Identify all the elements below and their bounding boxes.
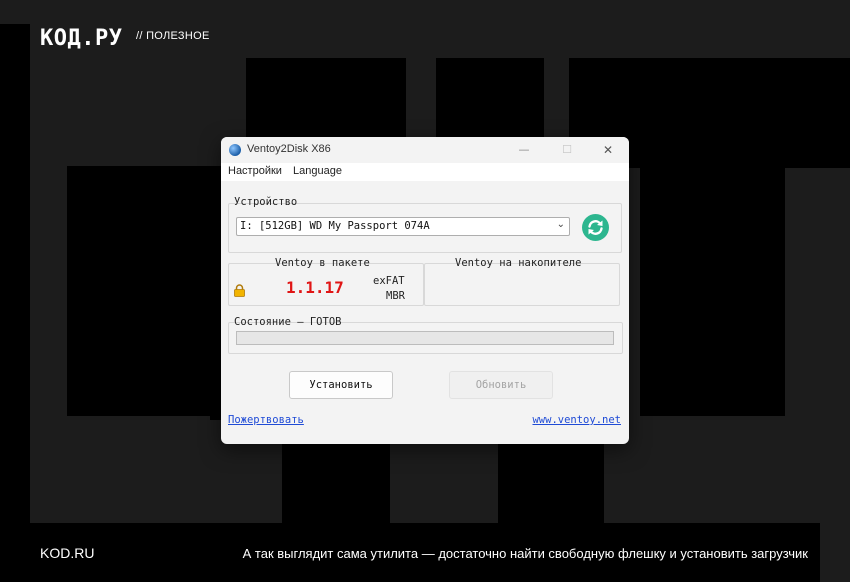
- ventoy-window: Ventoy2Disk X86 — ☐ ✕ Настройки Language…: [221, 137, 629, 444]
- bg-block: [498, 444, 604, 524]
- package-label: Ventoy в пакете: [275, 257, 370, 269]
- device-select-value: I: [512GB] WD My Passport 074A: [240, 220, 430, 232]
- footer-brand: KOD.RU: [40, 545, 95, 561]
- image-caption: А так выглядит сама утилита — достаточно…: [242, 546, 808, 561]
- bg-block: [0, 24, 30, 524]
- menu-settings[interactable]: Настройки: [228, 165, 282, 177]
- bg-block: [640, 166, 785, 416]
- title-bar[interactable]: Ventoy2Disk X86 — ☐ ✕: [221, 137, 629, 163]
- bg-block: [436, 58, 544, 148]
- ventoy-app-icon: [229, 144, 241, 156]
- bg-block: [67, 166, 221, 416]
- menu-language[interactable]: Language: [293, 165, 342, 177]
- device-version-group: [424, 263, 620, 306]
- device-select[interactable]: I: [512GB] WD My Passport 074A ⌄: [236, 217, 570, 236]
- website-link[interactable]: www.ventoy.net: [532, 414, 621, 426]
- maximize-button[interactable]: ☐: [554, 141, 580, 159]
- device-label: Устройство: [234, 196, 298, 208]
- lock-icon: [234, 284, 245, 297]
- window-title: Ventoy2Disk X86: [247, 143, 331, 155]
- menu-bar: Настройки Language: [221, 163, 629, 181]
- refresh-icon: [588, 220, 603, 235]
- donate-link[interactable]: Пожертвовать: [228, 414, 304, 426]
- update-button[interactable]: Обновить: [449, 371, 553, 399]
- close-button[interactable]: ✕: [595, 141, 621, 159]
- bg-block: [282, 444, 390, 524]
- package-version: 1.1.17: [286, 278, 344, 297]
- section-tag[interactable]: // ПОЛЕЗНОЕ: [136, 30, 210, 42]
- refresh-button[interactable]: [582, 214, 609, 241]
- minimize-button[interactable]: —: [511, 141, 537, 159]
- package-partition: MBR: [386, 290, 405, 302]
- progress-bar: [236, 331, 614, 345]
- site-header: КОД.РУ // ПОЛЕЗНОЕ: [0, 0, 850, 60]
- install-button[interactable]: Установить: [289, 371, 393, 399]
- site-logo[interactable]: КОД.РУ: [40, 26, 122, 51]
- status-label: Состояние — ГОТОВ: [234, 316, 342, 328]
- chevron-down-icon: ⌄: [556, 219, 565, 230]
- device-version-label: Ventoy на накопителе: [455, 257, 582, 269]
- package-fs: exFAT: [373, 275, 405, 287]
